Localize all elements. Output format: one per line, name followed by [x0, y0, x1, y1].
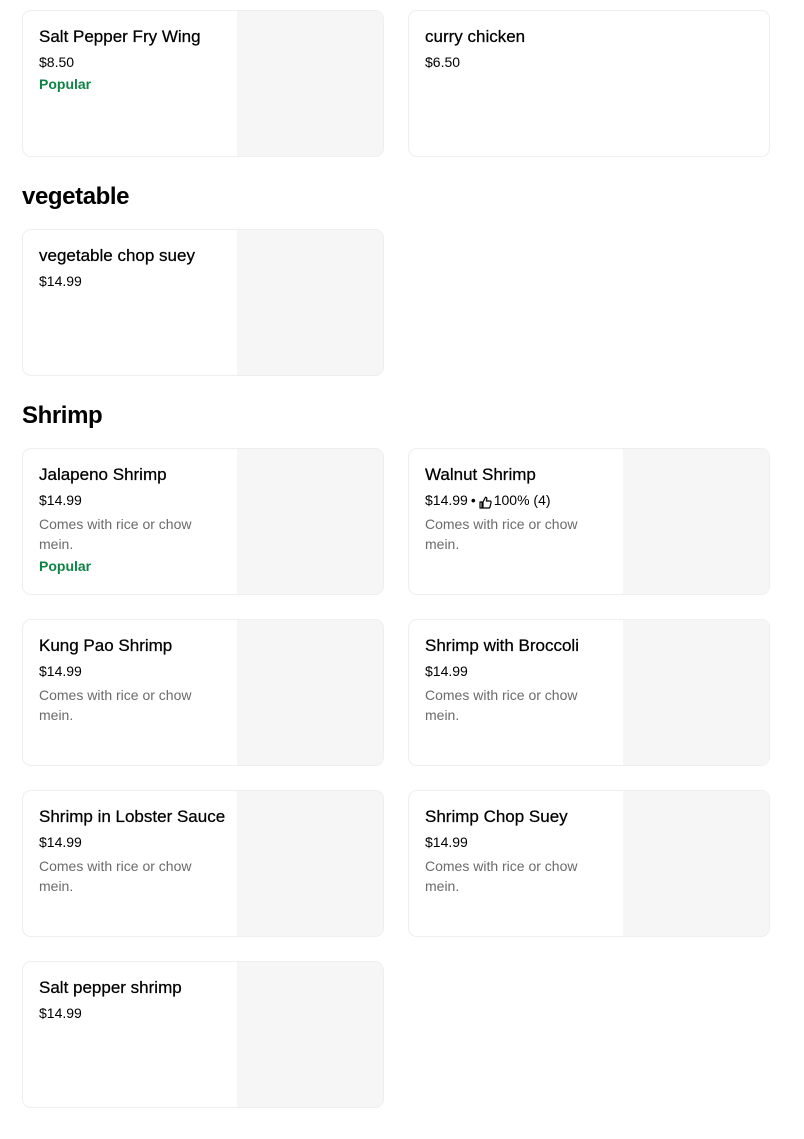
menu-item-image	[237, 962, 383, 1107]
menu-item-card[interactable]: Walnut Shrimp $14.99 • 100% (4) Comes wi…	[408, 448, 770, 595]
menu-item-meta: $14.99	[39, 661, 229, 681]
menu-item-price: $14.99	[425, 492, 468, 508]
menu-item-name: Walnut Shrimp	[425, 465, 536, 484]
menu-item-card[interactable]: Jalapeno Shrimp $14.99 Comes with rice o…	[22, 448, 384, 595]
menu-item-description: Comes with rice or chow mein.	[425, 687, 578, 723]
menu-item-meta: $14.99	[425, 832, 615, 852]
menu-item-price: $6.50	[425, 54, 461, 70]
popular-badge: Popular	[39, 558, 92, 574]
menu-item-card[interactable]: Shrimp Chop Suey $14.99 Comes with rice …	[408, 790, 770, 937]
menu-item-info: Salt pepper shrimp $14.99	[39, 978, 229, 1023]
menu-item-name: Shrimp Chop Suey	[425, 807, 568, 826]
menu-item-image	[623, 620, 769, 765]
thumbs-up-icon	[479, 494, 492, 509]
menu-item-price: $14.99	[425, 834, 468, 850]
menu-item-meta: $14.99 • 100% (4)	[425, 490, 615, 510]
menu-item-meta: $14.99	[425, 661, 615, 681]
menu-item-info: Shrimp in Lobster Sauce $14.99 Comes wit…	[39, 807, 229, 896]
menu-item-info: Walnut Shrimp $14.99 • 100% (4) Comes wi…	[425, 465, 615, 554]
menu-item-card[interactable]: Salt Pepper Fry Wing $8.50 Popular	[22, 10, 384, 157]
menu-item-info: Shrimp Chop Suey $14.99 Comes with rice …	[425, 807, 615, 896]
menu-item-meta: $14.99	[39, 1003, 229, 1023]
menu-item-info: vegetable chop suey $14.99	[39, 246, 229, 291]
menu-item-name: Salt Pepper Fry Wing	[39, 27, 201, 46]
menu-item-name: Shrimp with Broccoli	[425, 636, 579, 655]
menu-item-card[interactable]: vegetable chop suey $14.99	[22, 229, 384, 376]
menu-item-description: Comes with rice or chow mein.	[425, 516, 578, 552]
popular-badge: Popular	[39, 76, 92, 92]
section-title-vegetable: vegetable	[22, 183, 130, 210]
menu-item-card[interactable]: curry chicken $6.50	[408, 10, 770, 157]
menu-item-price: $14.99	[39, 492, 82, 508]
menu-item-image	[237, 449, 383, 594]
menu-item-image	[237, 791, 383, 936]
menu-item-info: Salt Pepper Fry Wing $8.50 Popular	[39, 27, 229, 94]
menu-item-name: Jalapeno Shrimp	[39, 465, 167, 484]
menu-item-description: Comes with rice or chow mein.	[39, 858, 192, 894]
menu-item-name: vegetable chop suey	[39, 246, 195, 265]
section-title-shrimp: Shrimp	[22, 402, 103, 429]
menu-item-price: $14.99	[39, 834, 82, 850]
menu-item-meta: $14.99	[39, 832, 229, 852]
menu-item-card[interactable]: Shrimp with Broccoli $14.99 Comes with r…	[408, 619, 770, 766]
menu-item-price: $14.99	[425, 663, 468, 679]
menu-item-meta: $14.99	[39, 271, 229, 291]
menu-item-description: Comes with rice or chow mein.	[39, 516, 192, 552]
menu-item-rating: 100% (4)	[493, 492, 551, 508]
menu-item-image	[237, 620, 383, 765]
menu-item-name: Salt pepper shrimp	[39, 978, 182, 997]
menu-item-info: curry chicken $6.50	[425, 27, 755, 72]
menu-item-name: Kung Pao Shrimp	[39, 636, 173, 655]
meta-separator: •	[470, 492, 476, 508]
menu-item-meta: $14.99	[39, 490, 229, 510]
menu-item-card[interactable]: Salt pepper shrimp $14.99	[22, 961, 384, 1108]
menu-item-price: $14.99	[39, 1005, 82, 1021]
menu-item-info: Kung Pao Shrimp $14.99 Comes with rice o…	[39, 636, 229, 725]
menu-item-card[interactable]: Kung Pao Shrimp $14.99 Comes with rice o…	[22, 619, 384, 766]
menu-item-name: Shrimp in Lobster Sauce	[39, 807, 226, 826]
menu-item-description: Comes with rice or chow mein.	[425, 858, 578, 894]
menu-item-info: Shrimp with Broccoli $14.99 Comes with r…	[425, 636, 615, 725]
menu-page: Salt Pepper Fry Wing $8.50 Popular curry…	[0, 0, 804, 1139]
menu-item-image	[237, 11, 383, 156]
menu-item-price: $14.99	[39, 663, 82, 679]
menu-item-price: $14.99	[39, 273, 82, 289]
menu-item-image	[623, 791, 769, 936]
menu-item-image	[623, 449, 769, 594]
menu-item-name: curry chicken	[425, 27, 526, 46]
menu-item-description: Comes with rice or chow mein.	[39, 687, 192, 723]
menu-item-image	[237, 230, 383, 375]
menu-item-card[interactable]: Shrimp in Lobster Sauce $14.99 Comes wit…	[22, 790, 384, 937]
menu-item-info: Jalapeno Shrimp $14.99 Comes with rice o…	[39, 465, 229, 576]
menu-item-meta: $8.50	[39, 52, 229, 72]
menu-item-meta: $6.50	[425, 52, 755, 72]
menu-item-price: $8.50	[39, 54, 75, 70]
